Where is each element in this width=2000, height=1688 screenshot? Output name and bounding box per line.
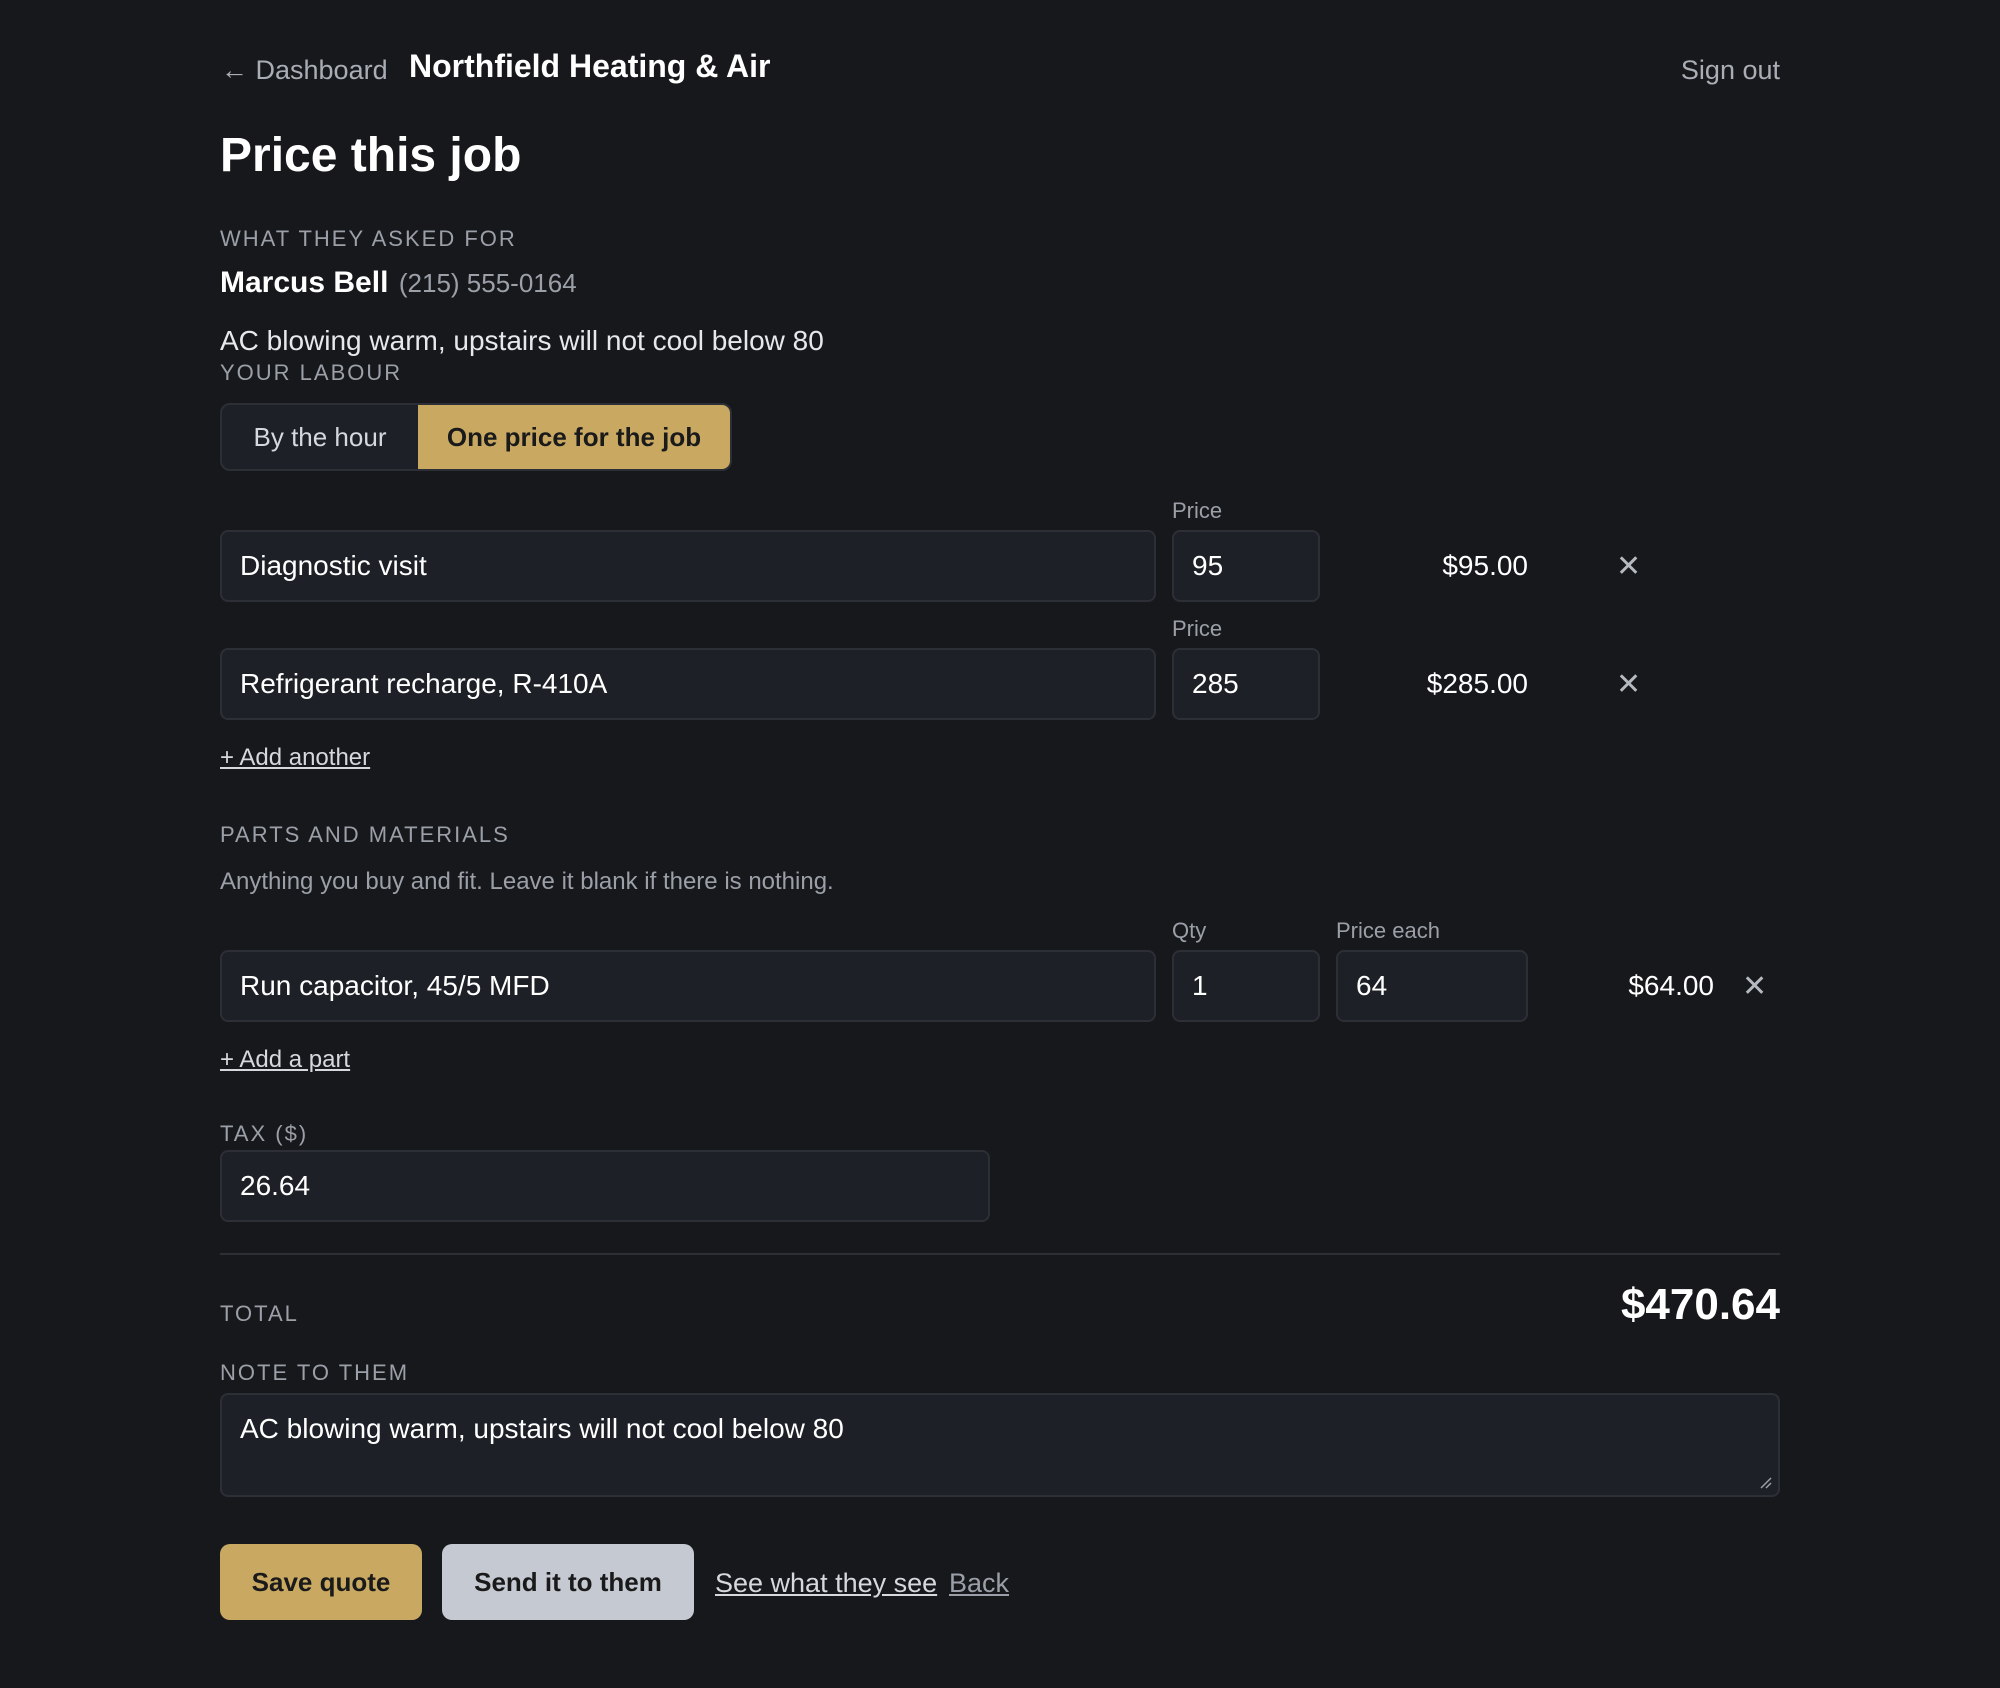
part-qty-input[interactable]: 1 — [1172, 950, 1320, 1022]
parts-section-label: Parts and materials — [220, 822, 510, 847]
business-name: Northfield Heating & Air — [409, 48, 771, 84]
labour-mode-toggle: By the hour One price for the job — [220, 403, 732, 471]
by-the-hour-option[interactable]: By the hour — [222, 405, 418, 469]
page-title: Price this job — [220, 129, 522, 182]
labour-description-input[interactable]: Diagnostic visit — [220, 530, 1156, 602]
labour-section-label: Your labour — [220, 360, 403, 385]
customer-line: Marcus Bell (215) 555-0164 — [220, 266, 577, 300]
part-description-input[interactable]: Run capacitor, 45/5 MFD — [220, 950, 1156, 1022]
note-label: Note to them — [220, 1360, 410, 1385]
total-label: Total — [220, 1301, 299, 1326]
send-quote-button[interactable]: Send it to them — [442, 1544, 694, 1620]
note-textarea[interactable]: AC blowing warm, upstairs will not cool … — [220, 1393, 1780, 1497]
part-price-each-input[interactable]: 64 — [1336, 950, 1528, 1022]
sign-out-link[interactable]: Sign out — [1681, 55, 1780, 86]
note-text: AC blowing warm, upstairs will not cool … — [240, 1413, 844, 1444]
parts-hint: Anything you buy and fit. Leave it blank… — [220, 868, 834, 895]
resize-grip-icon[interactable] — [1758, 1475, 1772, 1489]
labour-description-input[interactable]: Refrigerant recharge, R-410A — [220, 648, 1156, 720]
divider — [220, 1253, 1780, 1255]
part-line-amount: $64.00 — [1628, 970, 1714, 1001]
add-labour-link[interactable]: + Add another — [220, 744, 370, 772]
customer-phone: (215) 555-0164 — [398, 268, 577, 298]
tax-input[interactable]: 26.64 — [220, 1150, 990, 1222]
price-each-column-label: Price each — [1336, 918, 1440, 943]
back-link[interactable]: Back — [949, 1568, 1009, 1599]
add-part-link[interactable]: + Add a part — [220, 1046, 350, 1074]
price-column-label: Price — [1172, 498, 1223, 523]
request-description: AC blowing warm, upstairs will not cool … — [220, 325, 824, 356]
one-price-option[interactable]: One price for the job — [418, 405, 730, 469]
total-value: $470.64 — [1620, 1280, 1780, 1329]
dashboard-back-link[interactable]: ← Dashboard — [221, 55, 388, 86]
price-column-label: Price — [1172, 616, 1223, 641]
customer-name: Marcus Bell — [220, 266, 389, 299]
preview-link[interactable]: See what they see — [715, 1568, 937, 1599]
labour-line-amount: $95.00 — [1442, 550, 1528, 581]
price-job-page: ← Dashboard Northfield Heating & Air Sig… — [0, 0, 2000, 1688]
close-icon: ✕ — [1616, 550, 1642, 583]
close-icon: ✕ — [1616, 668, 1642, 701]
remove-part-button[interactable]: ✕ — [1742, 972, 1767, 1002]
remove-labour-button[interactable]: ✕ — [1616, 670, 1641, 700]
labour-line-amount: $285.00 — [1426, 668, 1528, 699]
labour-price-input[interactable]: 285 — [1172, 648, 1320, 720]
request-section-label: What they asked for — [220, 226, 517, 251]
qty-column-label: Qty — [1172, 918, 1207, 943]
tax-label: Tax ($) — [220, 1121, 309, 1146]
close-icon: ✕ — [1742, 970, 1768, 1003]
save-quote-button[interactable]: Save quote — [220, 1544, 422, 1620]
remove-labour-button[interactable]: ✕ — [1616, 552, 1641, 582]
labour-price-input[interactable]: 95 — [1172, 530, 1320, 602]
